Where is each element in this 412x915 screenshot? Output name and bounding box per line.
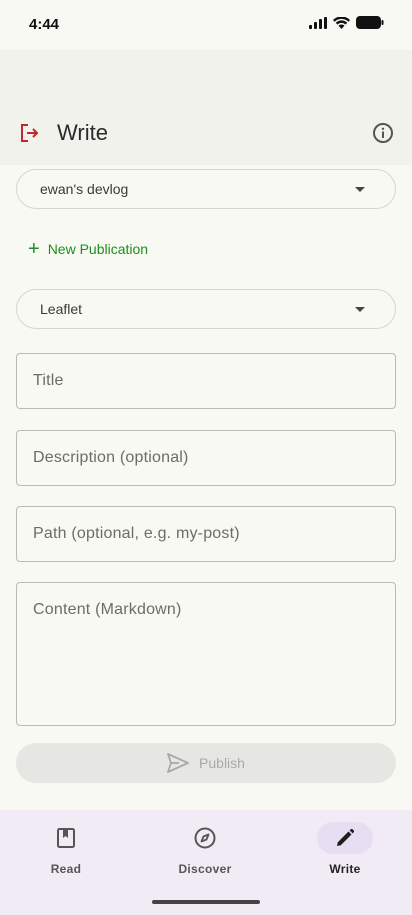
status-time: 4:44 <box>29 16 60 33</box>
battery-icon <box>356 16 384 29</box>
publication-select[interactable]: ewan's devlog <box>16 169 396 209</box>
path-placeholder: Path (optional, e.g. my-post) <box>33 525 240 542</box>
info-icon[interactable] <box>371 121 395 145</box>
content-placeholder: Content (Markdown) <box>33 601 182 618</box>
top-app-bar: Write <box>0 110 412 156</box>
platform-select[interactable]: Leaflet <box>16 289 396 329</box>
home-indicator <box>152 900 260 904</box>
description-placeholder: Description (optional) <box>33 449 189 466</box>
publication-select-value: ewan's devlog <box>40 181 129 197</box>
title-placeholder: Title <box>33 372 64 389</box>
pencil-icon <box>337 828 355 846</box>
page-title: Write <box>57 120 108 145</box>
nav-item-write[interactable]: Write <box>290 822 400 882</box>
chevron-down-icon <box>355 307 365 312</box>
nav-label-write: Write <box>329 862 361 876</box>
wifi-icon <box>333 16 350 29</box>
send-icon <box>167 753 189 773</box>
new-publication-label: New Publication <box>47 241 149 257</box>
nav-label-read: Read <box>50 862 82 876</box>
nav-item-discover[interactable]: Discover <box>150 822 260 882</box>
signal-icon <box>309 16 327 29</box>
new-publication-button[interactable]: + New Publication <box>28 238 148 260</box>
compass-icon <box>194 827 216 849</box>
publish-button[interactable]: Publish <box>16 743 396 783</box>
chevron-down-icon <box>355 187 365 192</box>
logout-icon[interactable] <box>18 121 42 145</box>
status-icons <box>309 16 384 29</box>
path-field[interactable]: Path (optional, e.g. my-post) <box>16 506 396 562</box>
status-bar: 4:44 <box>0 0 412 50</box>
title-field[interactable]: Title <box>16 353 396 409</box>
nav-item-read[interactable]: Read <box>11 822 121 882</box>
plus-icon: + <box>28 238 40 260</box>
nav-label-discover: Discover <box>178 862 232 876</box>
book-icon <box>57 828 75 848</box>
platform-select-value: Leaflet <box>40 301 83 317</box>
publish-label: Publish <box>199 755 245 771</box>
content-field[interactable]: Content (Markdown) <box>16 582 396 726</box>
nav-active-indicator <box>317 822 373 854</box>
description-field[interactable]: Description (optional) <box>16 430 396 486</box>
